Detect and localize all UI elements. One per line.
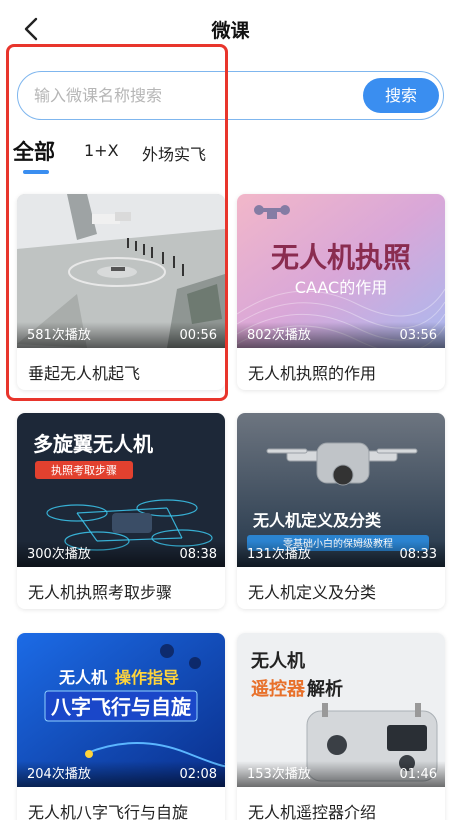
course-card[interactable]: 581次播放 00:56 垂起无人机起飞 [17, 194, 225, 390]
thumbnail-line2: 八字飞行与自旋 [51, 695, 192, 719]
thumbnail-title: 无人机定义及分类 [252, 511, 382, 530]
course-title: 无人机定义及分类 [248, 583, 377, 602]
thumbnail-line2a: 遥控器 [251, 678, 306, 700]
play-count: 581次播放 [27, 328, 91, 343]
course-title: 无人机遥控器介绍 [248, 803, 377, 820]
thumbnail-tag: 执照考取步骤 [51, 463, 117, 477]
thumbnail-line1a: 无人机 [58, 668, 107, 687]
tab-field-flight[interactable]: 外场实飞 [142, 141, 206, 165]
search-input[interactable] [34, 80, 354, 110]
course-thumbnail: 无人机执照 CAAC的作用 802次播放 03:56 [237, 194, 445, 348]
search-button[interactable]: 搜索 [363, 78, 439, 113]
thumbnail-title: 多旋翼无人机 [33, 432, 153, 456]
course-card[interactable]: 无人机执照 CAAC的作用 802次播放 03:56 无人机执照的作用 [237, 194, 445, 390]
thumbnail-line1: 无人机 [251, 651, 305, 672]
play-count: 131次播放 [247, 547, 311, 562]
duration: 02:08 [179, 767, 217, 782]
course-title: 无人机八字飞行与自旋 [28, 803, 189, 820]
course-title: 无人机执照的作用 [248, 364, 377, 383]
course-card[interactable]: 无人机定义及分类 零基础小白的保姆级教程 131次播放 08:33 无人机定义及… [237, 413, 445, 609]
duration: 08:33 [399, 547, 437, 562]
course-title: 垂起无人机起飞 [28, 364, 141, 383]
course-card[interactable]: 多旋翼无人机 执照考取步骤 300次播放 08:38 无人机执照考取步骤 [17, 413, 225, 609]
tab-all[interactable]: 全部 [13, 136, 55, 166]
play-count: 153次播放 [247, 767, 311, 782]
thumbnail-line2b: 解析 [307, 678, 343, 700]
course-thumbnail: 多旋翼无人机 执照考取步骤 300次播放 08:38 [17, 413, 225, 567]
thumbnail-line1b: 操作指导 [115, 668, 179, 687]
header-bar: 微课 [0, 0, 461, 58]
play-count: 300次播放 [27, 547, 91, 562]
play-count: 802次播放 [247, 328, 311, 343]
page-title: 微课 [211, 20, 250, 42]
duration: 08:38 [179, 547, 217, 562]
duration: 03:56 [399, 328, 437, 343]
tab-1x[interactable]: 1+X [84, 141, 119, 160]
course-title: 无人机执照考取步骤 [28, 583, 173, 602]
search-bar: 搜索 [17, 71, 444, 120]
thumbnail-subtitle: CAAC的作用 [295, 278, 387, 297]
course-thumbnail: 无人机 操作指导 八字飞行与自旋 204次播放 02:08 [17, 633, 225, 787]
duration: 00:56 [179, 328, 217, 343]
course-card[interactable]: 无人机 遥控器 解析 153次播放 01:46 无人机遥控器介绍 [237, 633, 445, 820]
course-thumbnail: 无人机 遥控器 解析 153次播放 01:46 [237, 633, 445, 787]
category-tabs: 全部 1+X 外场实飞 [0, 130, 461, 176]
duration: 01:46 [399, 767, 437, 782]
course-thumbnail: 无人机定义及分类 零基础小白的保姆级教程 131次播放 08:33 [237, 413, 445, 567]
course-thumbnail: 581次播放 00:56 [17, 194, 225, 348]
thumbnail-title: 无人机执照 [271, 241, 411, 274]
course-card[interactable]: 无人机 操作指导 八字飞行与自旋 204次播放 02:08 无人机八字飞行与自旋 [17, 633, 225, 820]
play-count: 204次播放 [27, 767, 91, 782]
active-tab-indicator [23, 170, 49, 174]
